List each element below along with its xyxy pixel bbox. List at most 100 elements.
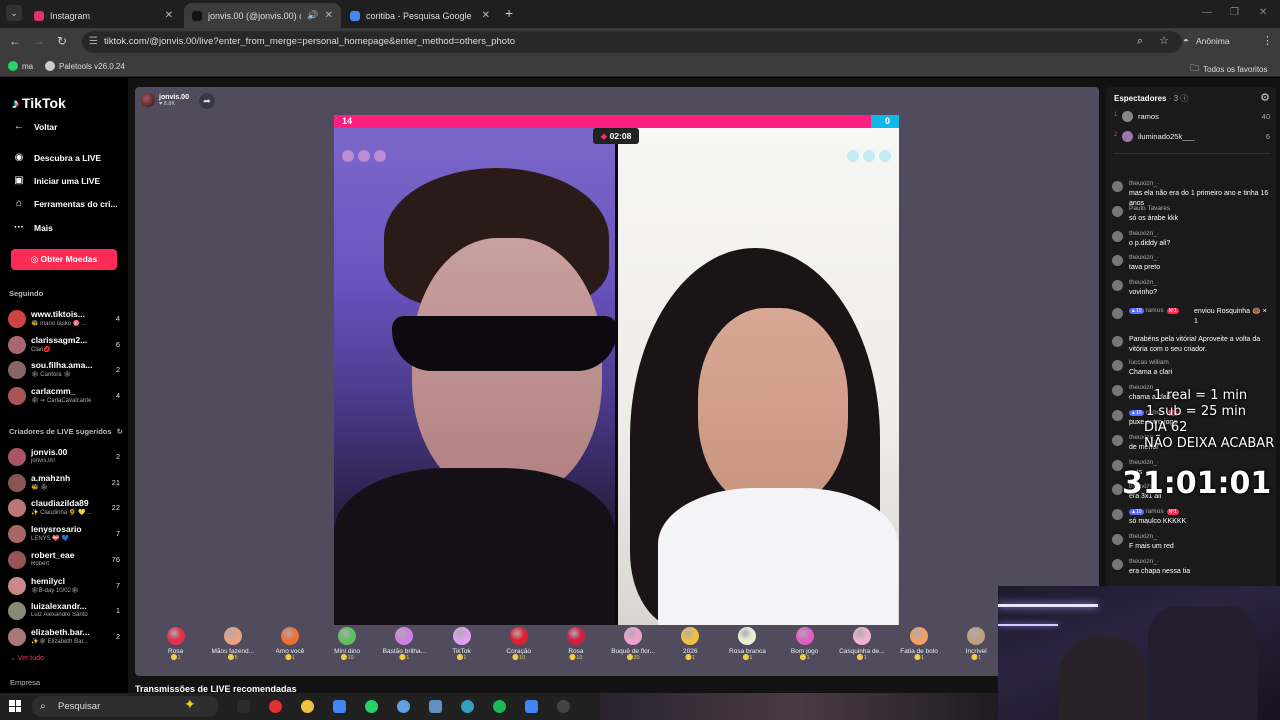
account-name: claudiazilda89 (31, 498, 89, 509)
back-icon[interactable]: ← (9, 35, 21, 47)
address-input[interactable]: ☰ tiktok.com/@jonvis.00/live?enter_from_… (82, 31, 1182, 53)
account-row[interactable]: luizalexandr... Luiz Alexandre Santo 1 (8, 600, 122, 622)
gear-icon[interactable]: ⚙ (1260, 91, 1270, 104)
profile-label[interactable]: Anônima (1196, 36, 1230, 46)
gift-item[interactable]: Incrível 🪙1 (948, 627, 1005, 672)
gift-item[interactable]: Bastão brilha... 🪙1 (376, 627, 433, 672)
gift-item[interactable]: Bom jogo 🪙1 (776, 627, 833, 672)
zoom-icon[interactable]: ⌕ (1137, 36, 1143, 47)
host-avatar[interactable] (141, 93, 155, 107)
tiktok-logo[interactable]: ♪ TikTok (12, 95, 66, 111)
edge-icon[interactable] (456, 697, 478, 716)
bookmark-paletools[interactable]: Paletools v26.0.24 (45, 61, 125, 71)
tab-google-search[interactable]: coritiba - Pesquisa Google ✕ (342, 3, 498, 28)
top-viewer-row[interactable]: 2 iluminado25k___ 6 (1114, 131, 1270, 145)
app-glyph (396, 700, 410, 713)
account-row[interactable]: claudiazilda89 ✨ Claudinha 🌻 💛 ... 22 (8, 497, 122, 519)
see-all-link[interactable]: ⌄ Ver tudo (10, 654, 44, 662)
viewers-header[interactable]: Espectadores · 3 ⓘ (1114, 93, 1188, 104)
share-icon[interactable]: ➦ (199, 93, 215, 109)
minimize-icon[interactable]: — (1202, 7, 1212, 18)
file-explorer-icon[interactable] (296, 697, 318, 716)
top-viewer-row[interactable]: 1 ramos 40 (1114, 111, 1270, 125)
account-row[interactable]: clarissagm2... Clari💋 6 (8, 334, 122, 356)
gift-item[interactable]: Rosa 🪙1 (147, 627, 204, 672)
gift-item[interactable]: Buquê de flor... 🪙30 (605, 627, 662, 672)
close-tab-icon[interactable]: ✕ (165, 10, 173, 21)
level-badge: ▲10 (1129, 308, 1144, 314)
gift-item[interactable]: Casquinha de... 🪙1 (833, 627, 890, 672)
tab-instagram[interactable]: Instagram ✕ (26, 3, 181, 28)
gift-item[interactable]: Rosa branca 🪙1 (719, 627, 776, 672)
photos-icon[interactable] (392, 697, 414, 716)
account-name: a.mahznh (31, 472, 71, 483)
chat-username[interactable]: ▲10 ramos Nº1 (1129, 307, 1181, 314)
account-row[interactable]: www.tiktois... 🐝 mano tasko 🎯 ... 4 (8, 308, 122, 330)
bookmark-ma[interactable]: ma (8, 61, 33, 71)
account-row[interactable]: a.mahznh 🐝 🕸 21 (8, 472, 122, 494)
refresh-icon[interactable]: ↻ (117, 427, 123, 436)
chat-username[interactable]: theuxizn_· (1129, 558, 1159, 565)
whatsapp-icon[interactable] (360, 697, 382, 716)
windows-start-icon[interactable] (9, 700, 21, 712)
chat-username[interactable]: theuxizn_· (1129, 230, 1159, 237)
account-row[interactable]: elizabeth.bar... ✨🕸 Elizabeth Bar... 2 (8, 626, 122, 648)
spotify-icon[interactable] (488, 697, 510, 716)
gift-item[interactable]: 2026 🪙1 (662, 627, 719, 672)
gift-item[interactable]: Mãos fazend... 🪙5 (204, 627, 261, 672)
nav-arrow-left[interactable]: ← Voltar (12, 121, 57, 132)
copilot-sparkle-icon[interactable]: ✦ (184, 696, 196, 713)
forward-icon[interactable]: → (33, 35, 45, 47)
new-tab-button[interactable]: + (505, 6, 513, 20)
gift-item[interactable]: Amo você 🪙1 (261, 627, 318, 672)
account-row[interactable]: jonvis.00 jonvis.00 2 (8, 446, 122, 468)
info-icon[interactable]: ⓘ (1180, 94, 1188, 103)
account-row[interactable]: hemilycl 🕸B-day 10/02🕸 7 (8, 575, 122, 597)
account-row[interactable]: carlacmm_ 🕸 ➺ CarlaCavalcante 4 (8, 385, 122, 407)
restore-icon[interactable]: ❐ (1230, 7, 1239, 18)
host-name: jonvis.00 (159, 93, 189, 101)
chat-username[interactable]: ▲10 ramos Nº1 (1129, 508, 1181, 515)
chat-username[interactable]: theuxizn_· (1129, 459, 1159, 466)
nav-home[interactable]: ⌂ Ferramentas do cri... (12, 198, 118, 209)
gift-item[interactable]: Mini dino 🪙10 (319, 627, 376, 672)
app-red-icon[interactable] (264, 697, 286, 716)
obs-icon[interactable] (552, 697, 574, 716)
chat-username[interactable]: theuxizn_· (1129, 254, 1159, 261)
gift-item[interactable]: Rosa 🪙10 (547, 627, 604, 672)
close-tab-icon[interactable]: ✕ (325, 10, 333, 21)
chrome-active-icon[interactable] (520, 697, 542, 716)
nav-live-avatar[interactable]: ◉ Descubra a LIVE (12, 152, 101, 163)
bookmark-star-icon[interactable]: ☆ (1159, 36, 1169, 47)
avatar (1112, 559, 1123, 570)
notepad-icon[interactable] (424, 697, 446, 716)
speaker-icon[interactable]: 🔊 (307, 10, 318, 21)
chat-text: Parabéns pela vitória! Aproveite a volta… (1129, 336, 1261, 353)
close-tab-icon[interactable]: ✕ (482, 10, 490, 21)
chrome-icon[interactable] (328, 697, 350, 716)
chat-username[interactable]: theuxizn_· (1129, 180, 1159, 187)
nav-more[interactable]: ··· Mais (12, 222, 53, 233)
nav-camera[interactable]: ▣ Iniciar uma LIVE (12, 175, 100, 186)
chat-username[interactable]: theuxizn_· (1129, 533, 1159, 540)
get-coins-button[interactable]: ◎ Obter Moedas (11, 249, 117, 270)
reload-icon[interactable]: ↻ (57, 35, 67, 47)
chat-username[interactable]: theuxizn_· (1129, 279, 1159, 286)
menu-kebab-icon[interactable]: ⋮ (1262, 36, 1273, 47)
account-row[interactable]: lenysrosario LENYS 💝 💙 7 (8, 523, 122, 545)
tab-tiktok-live[interactable]: jonvis.00 (@jonvis.00) com 🔊 ✕ (184, 3, 341, 28)
chat-username[interactable]: luccas william (1129, 359, 1169, 366)
tab-search-dropdown[interactable]: ⌄ (6, 5, 22, 21)
account-row[interactable]: robert_eae Robert 76 (8, 549, 122, 571)
all-bookmarks[interactable]: 🗀 Todos os favoritos (1190, 61, 1268, 77)
host-info[interactable]: jonvis.00 ♥ 8.8K (141, 93, 189, 107)
gift-item[interactable]: Coração 🪙10 (490, 627, 547, 672)
chat-username[interactable]: Paulo Tavares (1129, 205, 1170, 212)
gift-item[interactable]: Fatia de bolo 🪙1 (890, 627, 947, 672)
task-view-icon[interactable] (232, 697, 254, 716)
gift-item[interactable]: TikTok 🪙1 (433, 627, 490, 672)
site-info-icon[interactable]: ☰ (89, 31, 98, 53)
live-battle-video[interactable]: 14 0 ◆ 02:08 (334, 115, 899, 625)
window-close-icon[interactable]: ✕ (1259, 7, 1267, 18)
account-row[interactable]: sou.filha.ama... 🕸 Cantora 🕸 2 (8, 359, 122, 381)
